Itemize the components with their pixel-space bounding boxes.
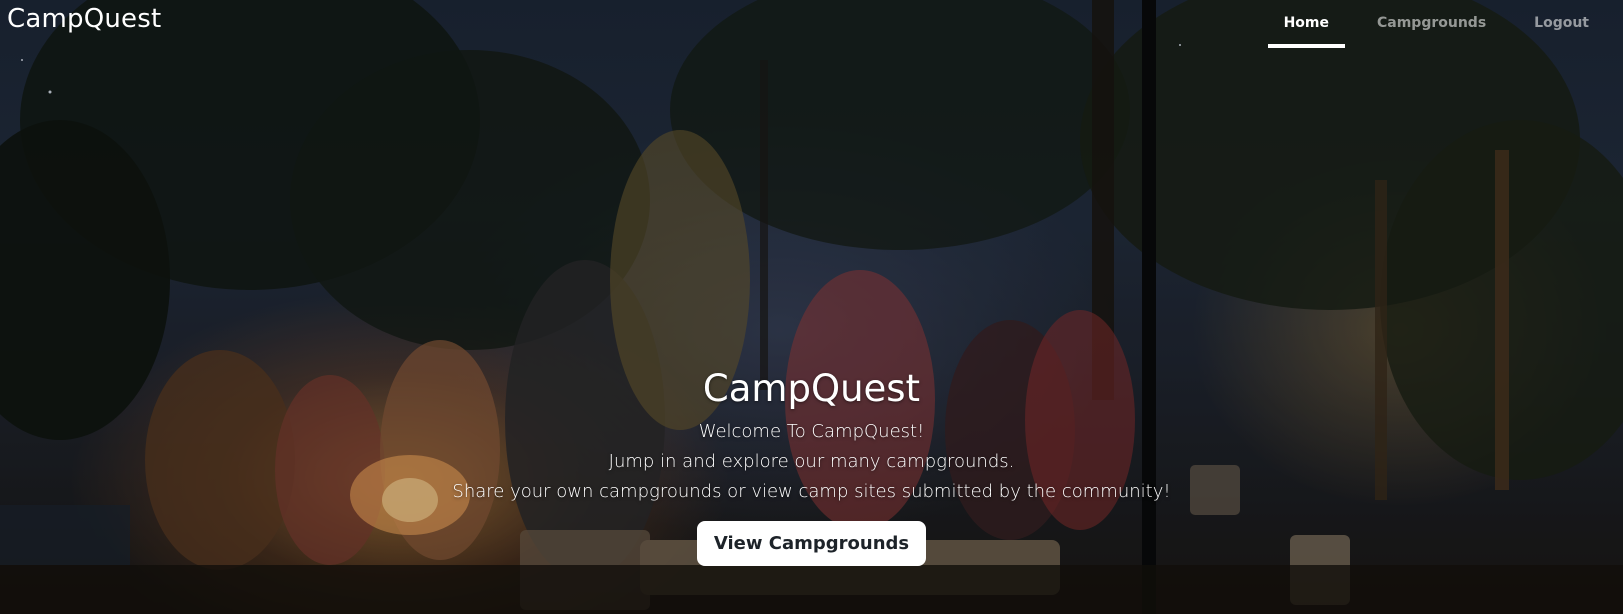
community-text: Share your own campgrounds or view camp … — [452, 481, 1171, 502]
navbar: CampQuest Home Campgrounds Logout — [0, 0, 1623, 48]
welcome-text: Welcome To CampQuest! — [698, 421, 925, 442]
hero-section: CampQuest Home Campgrounds Logout CampQu… — [0, 0, 1623, 614]
nav-links: Home Campgrounds Logout — [1252, 0, 1605, 48]
intro-text: Jump in and explore our many campgrounds… — [608, 451, 1015, 472]
brand-logo[interactable]: CampQuest — [7, 4, 161, 34]
nav-link-campgrounds[interactable]: Campgrounds — [1361, 0, 1502, 48]
nav-link-home[interactable]: Home — [1267, 0, 1345, 48]
page-title: CampQuest — [702, 367, 921, 410]
nav-link-logout[interactable]: Logout — [1518, 0, 1605, 48]
cover-content: CampQuest Welcome To CampQuest! Jump in … — [0, 365, 1623, 566]
view-campgrounds-button[interactable]: View Campgrounds — [696, 521, 927, 566]
